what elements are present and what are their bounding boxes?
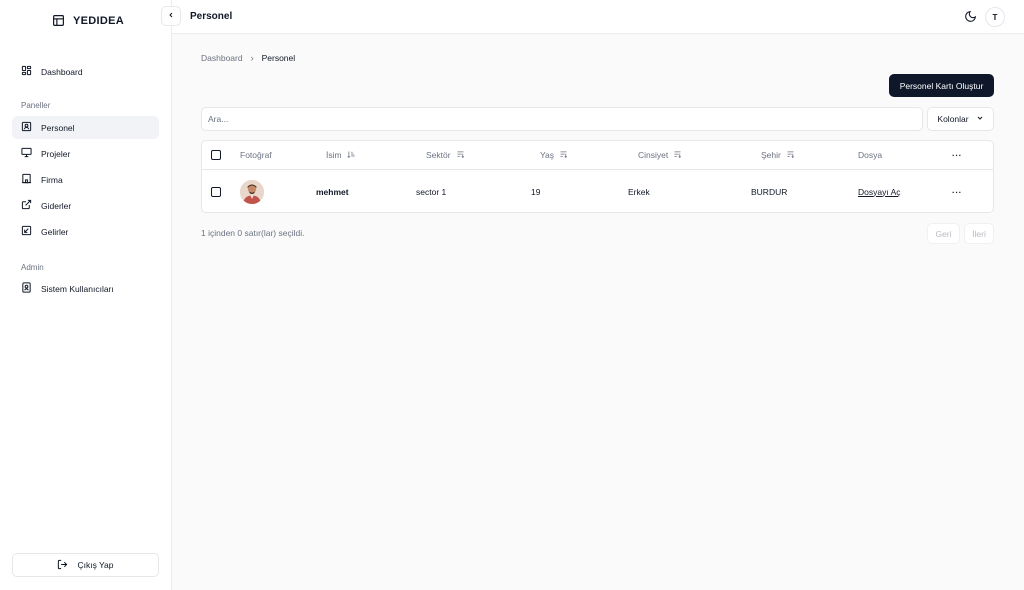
search-input[interactable] (201, 107, 923, 131)
open-file-link[interactable]: Dosyayı Aç (858, 187, 901, 197)
header-cell-sector[interactable]: Sektör (426, 141, 465, 169)
id-card-icon (21, 121, 32, 134)
table-row: mehmet sector 1 19 Erkek BURDUR Dosyayı … (202, 170, 993, 212)
personel-table: Fotoğraf İsim Sektör Yaş Cinsiyet Şehir … (201, 140, 994, 213)
chevron-left-icon (167, 11, 175, 21)
header-cell-gender[interactable]: Cinsiyet (638, 141, 682, 169)
row-actions-button[interactable]: ··· (952, 187, 962, 197)
column-header-label: Sektör (426, 150, 451, 160)
sidebar-item-label: Dashboard (41, 66, 83, 77)
column-header-label: Şehir (761, 150, 781, 160)
moon-icon (964, 10, 977, 25)
sidebar-item-gelirler[interactable]: Gelirler (12, 220, 159, 243)
logout-label: Çıkış Yap (77, 560, 114, 570)
breadcrumb-separator: › (250, 53, 254, 63)
header-cell-photo: Fotoğraf (240, 141, 272, 169)
table-header: Fotoğraf İsim Sektör Yaş Cinsiyet Şehir … (202, 141, 993, 170)
brand[interactable]: YEDIDEA (52, 13, 124, 29)
row-cell-age: 19 (531, 170, 541, 212)
sidebar-item-label: Projeler (41, 148, 71, 159)
column-header-label: Fotoğraf (240, 150, 272, 160)
sidebar-item-label: Sistem Kullanıcıları (41, 283, 114, 294)
column-header-label: Dosya (858, 150, 883, 160)
row-cell-more: ··· (952, 170, 962, 212)
personel-name: mehmet (316, 186, 349, 197)
logout-icon (57, 559, 68, 572)
sidebar-item-sistem-kullanicilari[interactable]: Sistem Kullanıcıları (12, 277, 159, 300)
topbar: Personel T (172, 0, 1024, 34)
header-cell-age[interactable]: Yaş (540, 141, 568, 169)
header-cell-more: ··· (952, 141, 962, 169)
row-cell-file: Dosyayı Aç (858, 170, 901, 212)
sort-icon[interactable] (786, 150, 795, 161)
select-all-checkbox[interactable] (211, 150, 221, 160)
logout-button[interactable]: Çıkış Yap (12, 553, 159, 577)
sidebar-item-giderler[interactable]: Giderler (12, 194, 159, 217)
brand-name: YEDIDEA (73, 15, 124, 27)
column-header-label: Yaş (540, 150, 555, 160)
presentation-icon (21, 147, 32, 160)
arrow-down-left-icon (21, 225, 32, 238)
create-personel-card-button[interactable]: Personel Kartı Oluştur (889, 74, 994, 97)
column-header-label: İsim (326, 150, 342, 160)
personel-age: 19 (531, 186, 541, 197)
column-options-button[interactable]: ··· (952, 150, 962, 160)
column-header-label: Cinsiyet (638, 150, 669, 160)
sidebar: YEDIDEA Dashboard Paneller Personel Proj… (0, 0, 172, 590)
sidebar-item-firma[interactable]: Firma (12, 168, 159, 191)
row-cell-photo (240, 170, 264, 212)
sort-icon[interactable] (673, 150, 682, 161)
sort-ascending-icon[interactable] (347, 150, 356, 161)
user-avatar-button[interactable]: T (985, 7, 1005, 27)
breadcrumb-personel: Personel (261, 53, 296, 63)
row-cell-name: mehmet (316, 170, 349, 212)
row-select-checkbox[interactable] (211, 186, 221, 197)
header-cell-name[interactable]: İsim (326, 141, 356, 169)
header-cell-city[interactable]: Şehir (761, 141, 795, 169)
sidebar-item-label: Giderler (41, 200, 72, 211)
sidebar-item-label: Firma (41, 174, 63, 185)
selection-status: 1 içinden 0 satır(lar) seçildi. (201, 228, 305, 238)
sort-icon[interactable] (559, 150, 568, 161)
sidebar-item-label: Personel (41, 122, 75, 133)
breadcrumb-dashboard[interactable]: Dashboard (201, 53, 243, 63)
theme-toggle-button[interactable] (960, 7, 980, 27)
section-label-panels: Paneller (21, 101, 51, 110)
header-cell-select (211, 141, 221, 169)
section-label-admin: Admin (21, 263, 44, 272)
sort-icon[interactable] (456, 150, 465, 161)
columns-dropdown-button[interactable]: Kolonlar (927, 107, 994, 131)
personel-sector: sector 1 (416, 186, 447, 197)
previous-page-button[interactable]: Geri (927, 223, 960, 244)
personel-gender: Erkek (628, 186, 650, 197)
sidebar-item-dashboard[interactable]: Dashboard (12, 60, 159, 83)
sidebar-item-personel[interactable]: Personel (12, 116, 159, 139)
external-link-icon (21, 199, 32, 212)
page-title: Personel (190, 11, 233, 22)
personel-city: BURDUR (751, 186, 788, 197)
row-cell-city: BURDUR (751, 170, 788, 212)
sidebar-item-label: Gelirler (41, 226, 69, 237)
sidebar-collapse-button[interactable] (161, 6, 181, 26)
row-cell-select (211, 170, 221, 212)
next-page-button[interactable]: İleri (964, 223, 994, 244)
row-cell-gender: Erkek (628, 170, 650, 212)
avatar (240, 179, 264, 204)
user-square-icon (21, 282, 32, 295)
row-cell-sector: sector 1 (416, 170, 447, 212)
header-cell-file: Dosya (858, 141, 882, 169)
columns-label: Kolonlar (937, 114, 969, 124)
breadcrumb: Dashboard › Personel (201, 53, 295, 63)
dashboard-grid-icon (21, 65, 32, 78)
building-icon (21, 173, 32, 186)
sidebar-item-projeler[interactable]: Projeler (12, 142, 159, 165)
chevron-down-icon (976, 114, 984, 124)
layout-icon (52, 14, 65, 29)
